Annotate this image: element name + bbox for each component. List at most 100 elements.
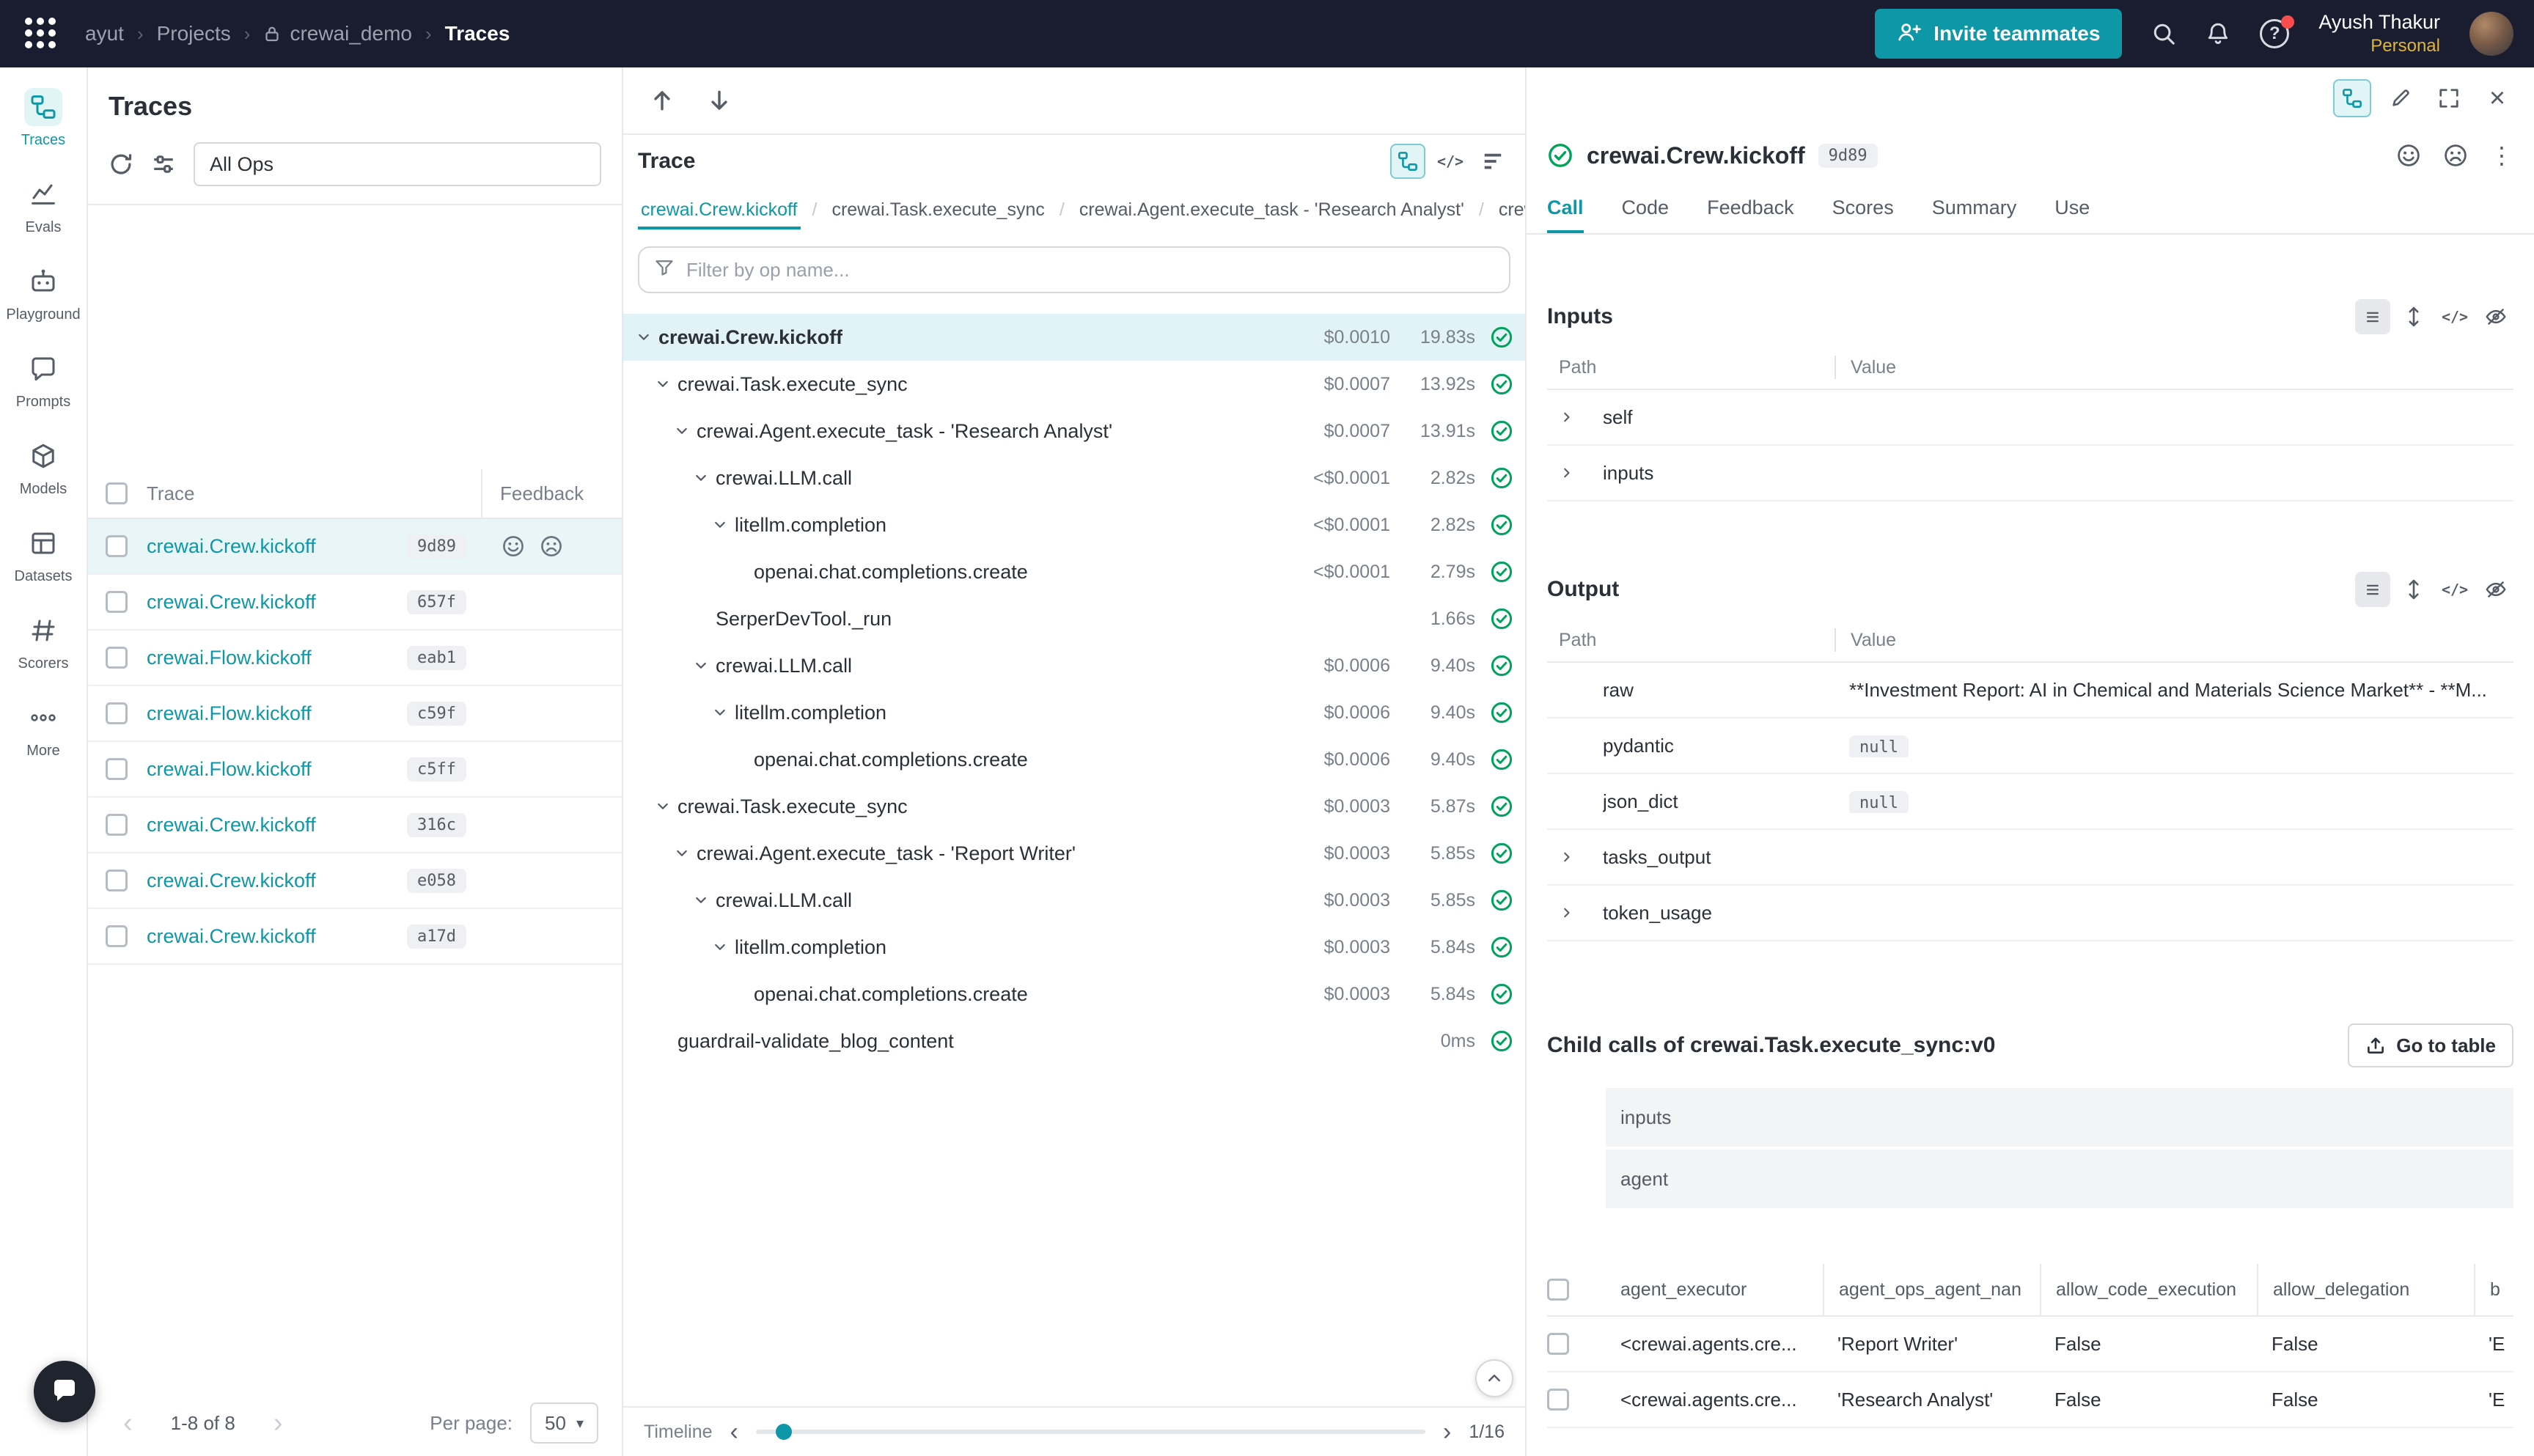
chevron-down-icon[interactable] [654,375,677,393]
select-all-checkbox[interactable] [106,482,128,504]
trace-op-link[interactable]: crewai.Crew.kickoff [147,925,316,948]
child-call-row[interactable]: <crewai.agents.cre...'Research Analyst'F… [1547,1372,2513,1428]
trace-op-link[interactable]: crewai.Crew.kickoff [147,869,316,892]
trace-id-badge[interactable]: eab1 [407,646,466,670]
trace-table-row[interactable]: crewai.Flow.kickoff eab1 [88,630,622,686]
tab-code[interactable]: Code [1622,182,1670,233]
object-row[interactable]: inputs [1547,446,2513,501]
object-row[interactable]: json_dictnull [1547,774,2513,830]
filter-settings-icon[interactable] [151,152,176,177]
row-checkbox[interactable] [106,758,128,780]
list-view-icon[interactable]: ≡ [2355,299,2390,334]
tab-feedback[interactable]: Feedback [1707,182,1794,233]
chevron-down-icon[interactable] [711,516,735,534]
object-row[interactable]: token_usage [1547,886,2513,941]
column-header[interactable]: allow_delegation [2257,1264,2474,1315]
tab-summary[interactable]: Summary [1932,182,2017,233]
sidebar-item-more[interactable]: More [2,693,84,765]
trace-tree-node[interactable]: crewai.LLM.call$0.00035.85s [623,877,1525,924]
slider-handle[interactable] [776,1424,792,1440]
trace-table-row[interactable]: crewai.Crew.kickoff657f [88,575,622,630]
op-path-tab[interactable]: crewai.LLM.call [1496,191,1525,229]
row-checkbox[interactable] [106,925,128,947]
expand-rows-icon[interactable] [2396,572,2431,607]
chevron-down-icon[interactable] [654,798,677,815]
sidebar-item-models[interactable]: Models [2,431,84,504]
trace-id-badge[interactable]: 316c [407,813,466,837]
per-page-select[interactable]: 50 ▾ [530,1402,598,1444]
breadcrumb-entity[interactable]: ayut [85,22,124,45]
trace-tree-node[interactable]: crewai.LLM.call$0.00069.40s [623,642,1525,689]
op-path-tab[interactable]: crewai.Task.execute_sync [829,191,1047,229]
row-checkbox[interactable] [106,591,128,613]
frown-feedback-icon[interactable] [540,534,563,558]
trace-table-row[interactable]: crewai.Crew.kickoffa17d [88,909,622,965]
tree-view-icon[interactable] [1390,144,1425,179]
trace-tree-node[interactable]: crewai.Task.execute_sync$0.00035.87s [623,783,1525,830]
trace-table-row[interactable]: crewai.Crew.kickoff e058 [88,853,622,909]
trace-id-badge[interactable]: c59f [407,702,466,726]
chevron-down-icon[interactable] [692,657,716,674]
row-checkbox[interactable] [1547,1333,1569,1355]
trace-tree-node[interactable]: guardrail-validate_blog_content0ms [623,1018,1525,1065]
smiley-feedback-button[interactable] [2396,143,2421,168]
overflow-menu-button[interactable]: ⋮ [2490,141,2513,169]
child-call-row[interactable]: <crewai.agents.cre...'Report Writer'Fals… [1547,1317,2513,1372]
op-path-tab[interactable]: crewai.Agent.execute_task - 'Research An… [1076,191,1467,229]
sidebar-item-playground[interactable]: Playground [2,257,84,329]
object-row[interactable]: self [1547,390,2513,446]
tab-scores[interactable]: Scores [1832,182,1894,233]
trace-tree-node[interactable]: openai.chat.completions.create<$0.00012.… [623,548,1525,595]
expand-rows-icon[interactable] [2396,299,2431,334]
trace-tree-node[interactable]: crewai.Agent.execute_task - 'Research An… [623,408,1525,455]
nav-down-button[interactable] [707,88,732,113]
chevron-down-icon[interactable] [635,328,658,346]
op-filter-field[interactable] [638,246,1510,293]
column-header[interactable]: agent_executor [1606,1264,1823,1315]
hide-empty-icon[interactable] [2478,572,2513,607]
sidebar-item-prompts[interactable]: Prompts [2,344,84,416]
sidebar-item-evals[interactable]: Evals [2,169,84,242]
code-view-icon[interactable]: </> [2437,572,2472,607]
chevron-down-icon[interactable] [692,469,716,487]
trace-tree-node[interactable]: litellm.completion$0.00069.40s [623,689,1525,736]
trace-op-link[interactable]: crewai.Flow.kickoff [147,758,312,781]
trace-op-link[interactable]: crewai.Flow.kickoff [147,647,312,669]
row-checkbox[interactable] [1547,1389,1569,1411]
help-icon[interactable]: ? [2260,19,2289,48]
nav-up-button[interactable] [650,88,675,113]
trace-tree-node[interactable]: crewai.Agent.execute_task - 'Report Writ… [623,830,1525,877]
object-row[interactable]: tasks_output [1547,830,2513,886]
trace-op-link[interactable]: crewai.Flow.kickoff [147,702,312,725]
column-header[interactable]: b [2474,1264,2513,1315]
timeline-next-button[interactable]: › [1443,1419,1451,1444]
prev-page-button[interactable]: ‹ [111,1409,144,1437]
chevron-down-icon[interactable] [711,704,735,721]
trace-id-badge[interactable]: 9d89 [407,534,466,559]
row-checkbox[interactable] [106,814,128,836]
invite-teammates-button[interactable]: Invite teammates [1875,9,2122,59]
object-row[interactable]: pydanticnull [1547,718,2513,774]
trace-table-row[interactable]: crewai.Crew.kickoff316c [88,798,622,853]
code-view-icon[interactable]: </> [1433,144,1468,179]
close-button[interactable]: × [2478,79,2516,117]
trace-id-badge[interactable]: e058 [407,869,466,893]
fullscreen-button[interactable] [2430,79,2468,117]
row-checkbox[interactable] [106,869,128,891]
column-header-trace[interactable]: Trace [147,469,481,518]
bell-icon[interactable] [2206,21,2230,46]
trace-tree-node[interactable]: crewai.LLM.call<$0.00012.82s [623,455,1525,501]
select-all-checkbox[interactable] [1547,1279,1569,1301]
breadcrumb-project[interactable]: crewai_demo [263,22,412,45]
tree-toggle-button[interactable] [2333,79,2371,117]
trace-table-row[interactable]: crewai.Flow.kickoff c5ff [88,742,622,798]
column-header[interactable]: agent_ops_agent_nan [1823,1264,2040,1315]
trace-id-badge[interactable]: c5ff [407,757,466,782]
trace-tree-node[interactable]: crewai.Task.execute_sync$0.000713.92s [623,361,1525,408]
smiley-feedback-icon[interactable] [502,534,525,558]
refresh-icon[interactable] [109,152,133,177]
chevron-right-icon[interactable] [1559,905,1603,921]
op-path-tab[interactable]: crewai.Crew.kickoff [638,191,801,229]
timeline-prev-button[interactable]: ‹ [730,1419,738,1444]
tab-use[interactable]: Use [2054,182,2090,233]
